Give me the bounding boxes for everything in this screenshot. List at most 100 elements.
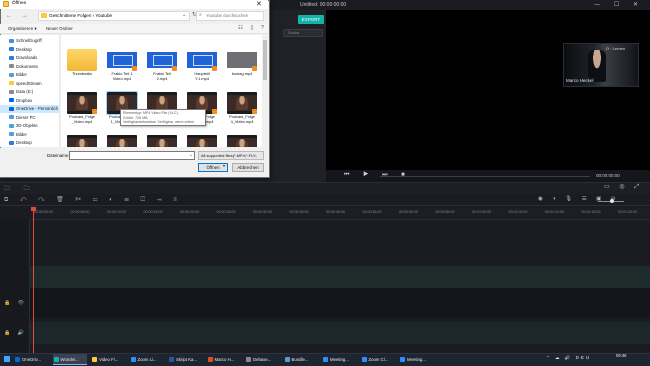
nav-pane-item[interactable]: Desktop: [0, 139, 59, 147]
nav-pane-item[interactable]: Data (E:): [0, 88, 59, 96]
video-file-item[interactable]: Frakio Teil 2.mp4: [143, 49, 181, 85]
taskbar-app-button[interactable]: Meeting...: [322, 354, 356, 365]
nav-pane-item[interactable]: Bilder: [0, 71, 59, 79]
new-folder-button[interactable]: Neuer Ordner: [46, 26, 73, 31]
video-thumbnail: [147, 135, 177, 147]
taskbar-app-button[interactable]: Debase...: [245, 354, 279, 365]
file-name-label: Frakio Teil 1 Video.mp4: [111, 72, 133, 81]
timeline-tick-label: 00:00:30:00: [253, 210, 272, 214]
dialog-command-bar: [0, 24, 268, 34]
video-thumbnail: [187, 135, 217, 147]
preview-timecode: 00:00:00:00: [596, 173, 620, 178]
address-breadcrumb[interactable]: Geschnittene Folgen › Youtube: [49, 13, 112, 18]
file-name-label: Thumbnails: [71, 72, 93, 76]
media-search-input[interactable]: Suche: [283, 29, 323, 37]
filename-input[interactable]: [69, 151, 195, 160]
taskbar-app-button[interactable]: Zoom Cl...: [361, 354, 395, 365]
filetype-select[interactable]: All supported files(*.MP4;*.FLV;: [198, 151, 264, 160]
video-file-item[interactable]: [103, 135, 141, 147]
nav-pane-item[interactable]: Schnellzugriff: [0, 37, 59, 45]
nav-pane-item[interactable]: Dropbox: [0, 97, 59, 105]
nav-item-label: Dieser PC: [16, 114, 36, 120]
empty-track-lane[interactable]: [30, 288, 650, 318]
timeline-tick-label: 00:00:55:00: [435, 210, 455, 214]
taskbar-app-button[interactable]: Wonder...: [52, 354, 87, 365]
nav-item-icon: [9, 72, 14, 77]
video-track-lane[interactable]: [30, 266, 650, 288]
audio-track-lane[interactable]: [30, 322, 650, 344]
open-dropdown-icon[interactable]: ▾: [223, 163, 225, 168]
video-file-item[interactable]: Podcast_Folge _Video.mp4: [63, 92, 101, 128]
nav-item-icon: [9, 55, 14, 60]
video-file-item[interactable]: [63, 135, 101, 147]
video-file-item[interactable]: Frakio Teil 1 Video.mp4: [103, 49, 141, 85]
organize-button[interactable]: Organisieren ▾: [8, 26, 37, 32]
vlc-icon: [132, 66, 137, 71]
filename-dropdown-icon[interactable]: ⌄: [189, 152, 193, 158]
video-file-item[interactable]: [223, 135, 261, 147]
cancel-button[interactable]: Abbrechen: [232, 163, 264, 172]
dialog-title: Öffnen: [12, 1, 27, 6]
nav-item-icon: [9, 38, 14, 43]
video-file-item[interactable]: Podcast_Folge 4_Video.mp4: [223, 92, 261, 128]
video-track-lock-icon[interactable]: 🔒 👁: [4, 300, 27, 306]
zoom-slider-knob[interactable]: [610, 199, 614, 203]
folder-item[interactable]: Thumbnails: [63, 49, 101, 85]
timeline-edit-icons[interactable]: ⧉ ↶ ↷ 🗑 ✂ ▭ ◐ ☰ ◫ ⇥ ≡: [4, 196, 182, 204]
vlc-icon: [212, 66, 217, 71]
taskbar-app-button[interactable]: OneDriv...: [14, 354, 48, 365]
nav-item-label: Downloads: [16, 55, 38, 60]
timeline-tick-label: 00:01:15:00: [581, 210, 601, 214]
timeline-tick-label: 00:01:05:00: [508, 210, 528, 214]
nav-pane-item[interactable]: Dokumente: [0, 63, 59, 71]
file-grid: Thumbnails Frakio Teil 1 Video.mp4 Frakio …: [61, 35, 262, 147]
taskbar-app-button[interactable]: Marco H...: [207, 354, 241, 365]
dialog-close-button[interactable]: ✕: [256, 0, 262, 8]
window-controls[interactable]: — ☐ ✕: [594, 1, 644, 8]
nav-item-icon: [9, 106, 14, 111]
timeline-tick-label: 00:00:25:00: [216, 210, 236, 214]
dialog-search-input[interactable]: Youtube durchsuchen: [196, 11, 264, 21]
playhead-line[interactable]: [33, 208, 34, 353]
nav-pane-item[interactable]: Dieser PC: [0, 114, 59, 122]
taskbar-app-button[interactable]: Zoom Li...: [130, 354, 164, 365]
taskbar-app-button[interactable]: Meeting...: [399, 354, 433, 365]
windows-start-icon[interactable]: [3, 355, 11, 363]
taskbar-app-button[interactable]: Skript Ka...: [168, 354, 202, 365]
snapshot-icon[interactable]: ▭ ◎ ⤢: [604, 183, 643, 191]
preview-scrubber[interactable]: [380, 176, 590, 177]
taskbar-app-button[interactable]: Video Fi...: [91, 354, 125, 365]
nav-pane-item[interactable]: 3D-Objekte: [0, 122, 59, 130]
scrollbar-thumb[interactable]: [263, 40, 267, 80]
search-icon: ⌕: [199, 12, 202, 18]
video-file-item[interactable]: [183, 135, 221, 147]
export-button[interactable]: EXPORT: [298, 15, 324, 24]
nav-item-label: Desktop: [16, 46, 32, 52]
nav-item-icon: [9, 89, 14, 94]
system-tray[interactable]: ⌃ ☁ 🔊 DEU: [546, 355, 591, 361]
nav-item-label: Desktop: [16, 140, 32, 145]
address-dropdown-icon[interactable]: ⌄: [182, 12, 186, 18]
view-options-icon[interactable]: ☷ ▯ ?: [238, 25, 267, 31]
folder-icon[interactable]: 🗀 🗀: [4, 184, 36, 194]
nav-pane-item[interactable]: Desktop: [0, 46, 59, 54]
playhead-handle[interactable]: [31, 207, 36, 211]
video-file-item[interactable]: bumag.mp4: [223, 49, 261, 85]
timeline-tick-label: 00:01:20:00: [618, 210, 637, 214]
timeline-tick-label: 00:00:00:00: [34, 210, 53, 214]
nav-pane-item[interactable]: Downloads: [0, 54, 59, 62]
dialog-folder-icon: [3, 1, 9, 7]
nav-item-label: Bilder: [16, 131, 27, 137]
video-file-item[interactable]: [143, 135, 181, 147]
folder-icon: [67, 49, 97, 71]
video-file-item[interactable]: Hauptstil Y.1.mp4: [183, 49, 221, 85]
nav-item-icon: [9, 64, 14, 69]
audio-track-lock-icon[interactable]: 🔒 🔊: [4, 330, 27, 336]
taskbar-clock[interactable]: 09:46: [616, 353, 626, 359]
taskbar-app-button[interactable]: Bundle...: [284, 354, 318, 365]
timeline-tick-label: 00:00:45:00: [362, 210, 382, 214]
address-folder-icon: [41, 13, 47, 18]
nav-pane-item[interactable]: speedStream: [0, 80, 59, 88]
nav-pane-item[interactable]: OneDrive - Persönlich: [0, 105, 59, 113]
nav-pane-item[interactable]: Bilder: [0, 131, 59, 139]
